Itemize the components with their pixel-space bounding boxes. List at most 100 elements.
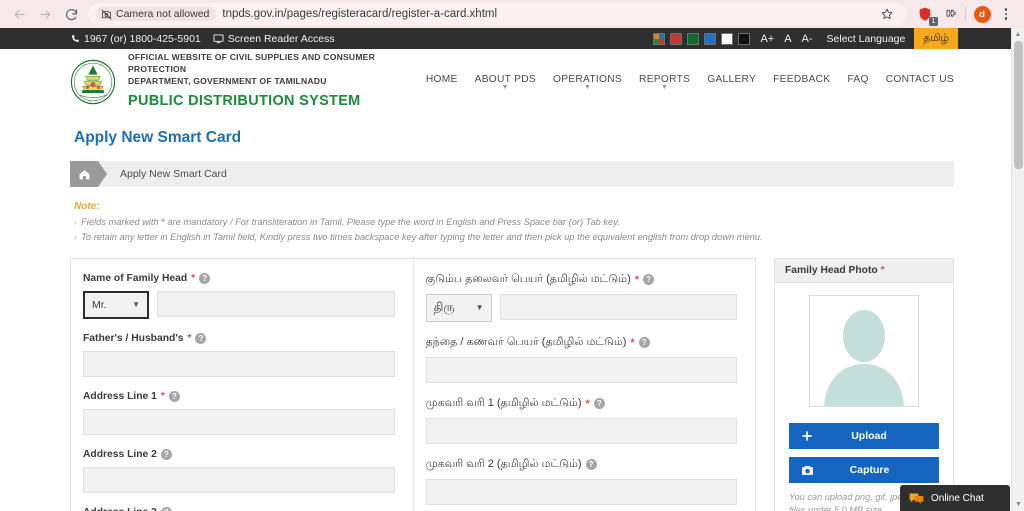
page-title: Apply New Smart Card	[74, 129, 242, 146]
help-icon[interactable]: ?	[160, 448, 172, 460]
address-line-1-tamil-input[interactable]	[425, 417, 737, 444]
camera-icon	[802, 465, 813, 475]
camera-chip-label: Camera not allowed	[116, 8, 210, 20]
plus-icon	[802, 430, 812, 441]
field-name-of-family-head: Name of Family Head * ? Mr. ▼	[83, 272, 395, 319]
online-chat-widget[interactable]: Online Chat	[900, 485, 1010, 511]
nav-item-contact-us[interactable]: CONTACT US	[886, 74, 954, 91]
field-label: தந்தை / கணவர் பெயர் (தமிழில் மட்டும்) * …	[426, 336, 738, 350]
help-icon[interactable]: ?	[585, 459, 597, 471]
family-head-photo-panel: Family Head Photo * Upload Capture You c…	[774, 257, 954, 511]
help-icon[interactable]: ?	[638, 337, 650, 349]
tamilnadu-emblem-icon	[70, 59, 116, 105]
nav-item-operations[interactable]: OPERATIONS ▼	[553, 74, 622, 91]
nav-item-gallery[interactable]: GALLERY	[707, 74, 756, 91]
salutation-select-tamil[interactable]: திரு ▼	[425, 293, 492, 322]
bookmark-button[interactable]	[875, 2, 899, 26]
help-icon[interactable]: ?	[199, 272, 211, 284]
nav-label: HOME	[425, 73, 458, 85]
theme-swatch-white[interactable]	[721, 32, 734, 45]
extension-shield-button[interactable]: 1	[913, 2, 938, 26]
family-head-name-tamil-input[interactable]	[499, 293, 737, 320]
help-icon[interactable]: ?	[168, 390, 180, 402]
form-column-english: Name of Family Head * ? Mr. ▼ Father's /…	[71, 258, 414, 511]
page-scrollbar[interactable]: ▲ ▼	[1011, 28, 1024, 511]
father-husband-tamil-input[interactable]	[425, 356, 737, 383]
chevron-down-icon: ▼	[132, 300, 140, 310]
nav-item-faq[interactable]: FAQ	[847, 74, 868, 91]
note-title: Note:	[74, 201, 100, 212]
breadcrumb-home-link[interactable]	[70, 161, 107, 187]
select-language-label[interactable]: Select Language	[818, 33, 915, 45]
theme-swatch-default[interactable]	[653, 32, 666, 45]
required-marker: *	[880, 264, 885, 276]
address-line-1-input[interactable]	[83, 408, 395, 435]
required-marker: *	[191, 272, 196, 284]
tamil-language-button[interactable]: தமிழ்	[914, 28, 958, 49]
label-text: தந்தை / கணவர் பெயர் (தமிழில் மட்டும்)	[425, 335, 627, 348]
required-marker: *	[160, 390, 165, 402]
note-line-2: › To retain any letter in English in Tami…	[74, 230, 954, 245]
scroll-down-arrow[interactable]: ▼	[1012, 498, 1024, 511]
note-line-1: › Fields marked with * are mandatory / Fo…	[74, 215, 954, 230]
font-decrease-button[interactable]: A-	[797, 33, 818, 45]
theme-swatch-blue[interactable]	[704, 32, 717, 45]
forward-button[interactable]	[32, 1, 58, 27]
capture-photo-button[interactable]: Capture	[789, 456, 939, 483]
nav-item-reports[interactable]: REPORTS ▼	[639, 74, 690, 91]
help-icon[interactable]: ?	[593, 398, 605, 410]
nav-item-feedback[interactable]: FEEDBACK	[773, 74, 830, 91]
screen-reader-access[interactable]: Screen Reader Access	[213, 33, 335, 45]
upload-photo-button[interactable]: Upload	[789, 422, 939, 449]
nav-item-home[interactable]: HOME	[426, 74, 458, 91]
nav-label: FEEDBACK	[773, 73, 831, 85]
site-header: OFFICIAL WEBSITE OF CIVIL SUPPLIES AND C…	[0, 49, 1024, 115]
photo-title-text: Family Head Photo	[785, 264, 878, 276]
extensions-button[interactable]	[937, 2, 961, 26]
font-normal-button[interactable]: A	[779, 33, 796, 45]
theme-swatch-black[interactable]	[738, 32, 751, 45]
field-address-line-1-tamil: முகவரி வரி 1 (தமிழில் மட்டும்) * ?	[425, 397, 738, 444]
scrollbar-thumb[interactable]	[1014, 41, 1023, 169]
scroll-up-arrow[interactable]: ▲	[1012, 28, 1024, 41]
nav-item-about-pds[interactable]: ABOUT PDS ▼	[475, 74, 536, 91]
reload-icon	[65, 8, 77, 20]
field-address-line-3-english: Address Line 3 ?	[83, 506, 395, 511]
theme-swatch-green[interactable]	[687, 32, 700, 45]
field-father-husband-tamil: தந்தை / கணவர் பெயர் (தமிழில் மட்டும்) * …	[425, 336, 738, 383]
address-line-2-tamil-input[interactable]	[425, 478, 737, 505]
brand-title: PUBLIC DISTRIBUTION SYSTEM	[128, 93, 361, 110]
required-marker: *	[187, 332, 192, 344]
person-silhouette-icon	[824, 309, 904, 406]
help-icon[interactable]: ?	[160, 506, 172, 511]
help-icon[interactable]: ?	[195, 332, 207, 344]
font-increase-button[interactable]: A+	[755, 33, 779, 45]
family-head-name-input[interactable]	[157, 290, 395, 317]
field-label: முகவரி வரி 2 (தமிழில் மட்டும்) ?	[426, 458, 738, 472]
avatar: d	[973, 5, 991, 23]
help-icon[interactable]: ?	[643, 274, 655, 286]
form-panel: Name of Family Head * ? Mr. ▼ Father's /…	[70, 257, 756, 511]
label-text: Name of Family Head	[83, 272, 188, 284]
label-text: Address Line 3	[83, 507, 157, 511]
camera-blocked-chip[interactable]: Camera not allowed	[96, 7, 217, 21]
utility-bar: 1967 (or) 1800-425-5901 Screen Reader Ac…	[0, 28, 1024, 49]
back-button[interactable]	[6, 1, 32, 27]
page-viewport: 1967 (or) 1800-425-5901 Screen Reader Ac…	[0, 28, 1024, 511]
chrome-menu-button[interactable]	[994, 2, 1018, 26]
address-bar[interactable]: Camera not allowed tnpds.gov.in/pages/re…	[88, 3, 907, 25]
label-text: முகவரி வரி 1 (தமிழில் மட்டும்)	[425, 396, 582, 409]
chevron-down-icon: ▼	[583, 83, 592, 91]
helpline-number: 1967 (or) 1800-425-5901	[70, 33, 201, 45]
salutation-select-english[interactable]: Mr. ▼	[83, 290, 149, 319]
theme-swatch-red[interactable]	[670, 32, 683, 45]
chat-bubble-icon	[909, 493, 924, 504]
father-husband-input[interactable]	[83, 350, 395, 377]
required-marker: *	[630, 336, 635, 349]
field-label: குடும்ப தலைவர் பெயர் (தமிழில் மட்டும்) *…	[426, 273, 738, 287]
breadcrumb: Apply New Smart Card	[70, 161, 954, 187]
field-label: முகவரி வரி 1 (தமிழில் மட்டும்) * ?	[426, 397, 738, 411]
profile-button[interactable]: d	[970, 2, 994, 26]
address-line-2-input[interactable]	[83, 466, 395, 493]
reload-button[interactable]	[58, 1, 84, 27]
